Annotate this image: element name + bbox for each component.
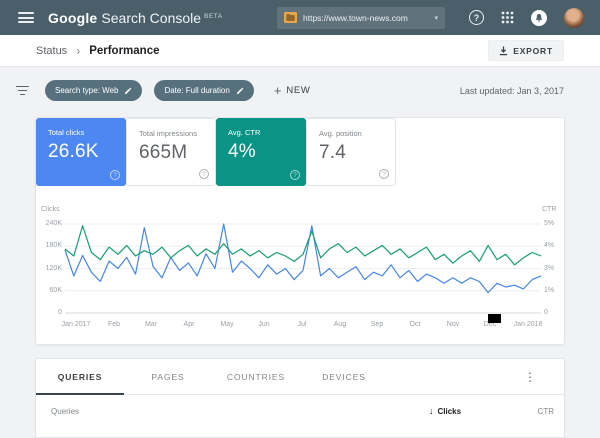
x-axis-tick: Jan 2018 bbox=[513, 321, 543, 328]
column-header-ctr[interactable]: CTR bbox=[538, 407, 554, 416]
y-axis-tick: 5% bbox=[544, 220, 555, 227]
column-header-queries[interactable]: Queries bbox=[51, 407, 79, 416]
logo-product: Search Console bbox=[101, 9, 202, 26]
x-axis-tick: Mar bbox=[144, 321, 158, 328]
menu-icon[interactable] bbox=[18, 12, 34, 23]
y-axis-tick: 0 bbox=[544, 309, 548, 316]
filter-icon[interactable] bbox=[16, 85, 29, 96]
topbar-icons: ? bbox=[469, 7, 584, 28]
chip-label: Date: Full duration bbox=[164, 86, 230, 95]
export-label: EXPORT bbox=[513, 45, 553, 56]
tab-countries[interactable]: COUNTRIES bbox=[212, 359, 300, 394]
top-app-bar: Google Search Console BETA https://www.t… bbox=[0, 0, 600, 35]
y-axis-tick: 180K bbox=[45, 242, 62, 249]
x-axis-tick: Nov bbox=[446, 321, 460, 328]
export-button[interactable]: EXPORT bbox=[488, 40, 564, 61]
x-axis-tick: Jan 2017 bbox=[61, 321, 91, 328]
performance-line-chart[interactable] bbox=[36, 118, 566, 346]
x-axis-tick: Feb bbox=[107, 321, 121, 328]
breadcrumb-separator: › bbox=[76, 43, 81, 58]
app-logo[interactable]: Google Search Console BETA bbox=[48, 10, 223, 26]
breadcrumb-status[interactable]: Status bbox=[36, 45, 67, 57]
cursor-artifact bbox=[488, 314, 501, 323]
plus-icon: + bbox=[273, 83, 282, 98]
chip-label: Search type: Web bbox=[55, 86, 119, 95]
right-axis-title: CTR bbox=[542, 206, 557, 213]
tab-queries[interactable]: QUERIES bbox=[36, 359, 124, 395]
y-axis-tick: 1% bbox=[544, 287, 555, 294]
x-axis-tick: May bbox=[220, 321, 234, 328]
overflow-menu-icon[interactable]: ⋮ bbox=[524, 370, 536, 384]
new-filter-button[interactable]: + NEW bbox=[274, 84, 311, 97]
y-axis-tick: 60K bbox=[49, 287, 62, 294]
logo-google: Google bbox=[48, 9, 98, 26]
x-axis-tick: Apr bbox=[183, 321, 195, 328]
column-header-clicks[interactable]: ↓ Clicks bbox=[429, 406, 461, 416]
tab-devices[interactable]: DEVICES bbox=[300, 359, 388, 394]
filter-bar: Search type: Web Date: Full duration + N… bbox=[0, 67, 600, 114]
x-axis-tick: Sep bbox=[370, 321, 384, 328]
filter-chip-search-type[interactable]: Search type: Web bbox=[45, 80, 143, 101]
help-icon[interactable]: ? bbox=[469, 10, 484, 25]
property-url: https://www.town-news.com bbox=[303, 12, 408, 23]
page-title: Performance bbox=[89, 44, 160, 57]
x-axis-tick: Aug bbox=[333, 321, 347, 328]
search-console-performance-page: Google Search Console BETA https://www.t… bbox=[0, 0, 600, 438]
x-axis-tick: Jul bbox=[297, 321, 307, 328]
download-icon bbox=[499, 46, 508, 56]
last-updated-text: Last updated: Jan 3, 2017 bbox=[459, 85, 564, 96]
pencil-icon bbox=[236, 87, 244, 95]
performance-overview-card: Total clicks 26.6K ? Total impressions 6… bbox=[35, 117, 565, 345]
x-axis-tick: Oct bbox=[409, 321, 421, 328]
property-folder-icon bbox=[284, 12, 297, 23]
new-label: NEW bbox=[286, 85, 311, 96]
sort-desc-icon: ↓ bbox=[429, 406, 434, 416]
pencil-icon bbox=[124, 87, 132, 95]
y-axis-tick: 4% bbox=[544, 242, 555, 249]
table-header-row: Queries ↓ Clicks CTR bbox=[36, 395, 564, 429]
dimension-table-card: QUERIES PAGES COUNTRIES DEVICES ⋮ Querie… bbox=[35, 358, 565, 438]
y-axis-tick: 240K bbox=[45, 220, 62, 227]
account-avatar[interactable] bbox=[564, 7, 584, 28]
tab-pages[interactable]: PAGES bbox=[124, 359, 212, 394]
left-axis-title: Clicks bbox=[41, 206, 60, 213]
y-axis-tick: 3% bbox=[544, 265, 555, 272]
breadcrumb-bar: Status › Performance EXPORT bbox=[0, 35, 600, 67]
dimension-tabs: QUERIES PAGES COUNTRIES DEVICES ⋮ bbox=[36, 359, 564, 395]
beta-badge: BETA bbox=[204, 12, 223, 20]
property-selector[interactable]: https://www.town-news.com ▾ bbox=[277, 6, 445, 29]
y-axis-tick: 120K bbox=[45, 265, 62, 272]
notifications-bell-icon[interactable] bbox=[531, 9, 547, 26]
y-axis-tick: 0 bbox=[58, 309, 62, 316]
apps-grid-icon[interactable] bbox=[501, 11, 514, 24]
x-axis-tick: Jun bbox=[258, 321, 270, 328]
filter-chip-date[interactable]: Date: Full duration bbox=[154, 80, 254, 101]
chevron-down-icon: ▾ bbox=[434, 14, 438, 22]
